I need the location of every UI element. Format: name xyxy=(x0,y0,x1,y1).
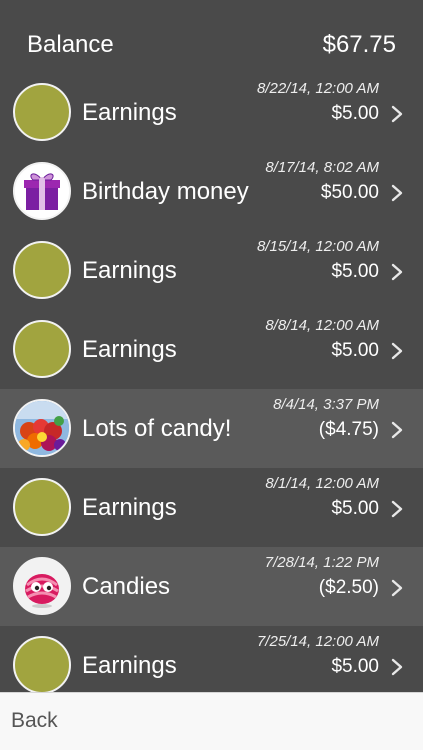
transaction-amount: $5.00 xyxy=(331,261,379,282)
chevron-right-icon xyxy=(391,342,403,360)
transaction-amount: $5.00 xyxy=(331,498,379,519)
transaction-date: 8/1/14, 12:00 AM xyxy=(265,475,379,492)
transaction-amount: $50.00 xyxy=(320,182,379,203)
transaction-row-lots-of-candy[interactable]: Lots of candy! 8/4/14, 3:37 PM ($4.75) xyxy=(0,389,423,468)
candy-character-icon xyxy=(13,557,71,615)
transaction-date: 8/15/14, 12:00 AM xyxy=(256,238,379,255)
bottom-toolbar: Back xyxy=(0,692,423,750)
transaction-row-birthday-money[interactable]: Birthday money 8/17/14, 8:02 AM $50.00 xyxy=(0,152,423,231)
balance-amount: $67.75 xyxy=(322,31,396,58)
back-button[interactable]: Back xyxy=(11,709,58,733)
candy-photo-icon xyxy=(13,399,71,457)
chevron-right-icon xyxy=(391,263,403,281)
transaction-label: Birthday money xyxy=(82,178,249,205)
page-title: Balance xyxy=(27,31,114,58)
earnings-circle-icon xyxy=(13,320,71,378)
transaction-amount: $5.00 xyxy=(331,340,379,361)
earnings-circle-icon xyxy=(13,478,71,536)
transaction-label: Candies xyxy=(82,573,171,600)
transaction-date: 8/8/14, 12:00 AM xyxy=(265,317,379,334)
transaction-label: Earnings xyxy=(82,494,177,521)
transaction-list: Earnings 8/22/14, 12:00 AM $5.00 Birthda… xyxy=(0,73,423,705)
chevron-right-icon xyxy=(391,421,403,439)
transaction-date: 7/28/14, 1:22 PM xyxy=(264,554,379,571)
transaction-row-earnings[interactable]: Earnings 8/15/14, 12:00 AM $5.00 xyxy=(0,231,423,310)
chevron-right-icon xyxy=(391,579,403,597)
transaction-date: 7/25/14, 12:00 AM xyxy=(256,633,379,650)
transaction-label: Earnings xyxy=(82,652,177,679)
transaction-amount: $5.00 xyxy=(331,103,379,124)
chevron-right-icon xyxy=(391,500,403,518)
transaction-label: Earnings xyxy=(82,99,177,126)
transaction-row-earnings[interactable]: Earnings 8/22/14, 12:00 AM $5.00 xyxy=(0,73,423,152)
transaction-amount: $5.00 xyxy=(331,656,379,677)
earnings-circle-icon xyxy=(13,636,71,694)
transaction-row-earnings[interactable]: Earnings 8/1/14, 12:00 AM $5.00 xyxy=(0,468,423,547)
chevron-right-icon xyxy=(391,184,403,202)
transaction-label: Earnings xyxy=(82,257,177,284)
transaction-date: 8/22/14, 12:00 AM xyxy=(256,80,379,97)
chevron-right-icon xyxy=(391,658,403,676)
transaction-label: Lots of candy! xyxy=(82,415,232,442)
transaction-row-earnings[interactable]: Earnings 8/8/14, 12:00 AM $5.00 xyxy=(0,310,423,389)
gift-icon xyxy=(13,162,71,220)
transaction-row-candies[interactable]: Candies 7/28/14, 1:22 PM ($2.50) xyxy=(0,547,423,626)
transaction-date: 8/4/14, 3:37 PM xyxy=(273,396,379,413)
transaction-amount: ($4.75) xyxy=(318,419,379,440)
transaction-label: Earnings xyxy=(82,336,177,363)
earnings-circle-icon xyxy=(13,241,71,299)
header-bar: Balance $67.75 xyxy=(0,0,423,74)
chevron-right-icon xyxy=(391,105,403,123)
earnings-circle-icon xyxy=(13,83,71,141)
transaction-date: 8/17/14, 8:02 AM xyxy=(265,159,379,176)
transaction-amount: ($2.50) xyxy=(318,577,379,598)
